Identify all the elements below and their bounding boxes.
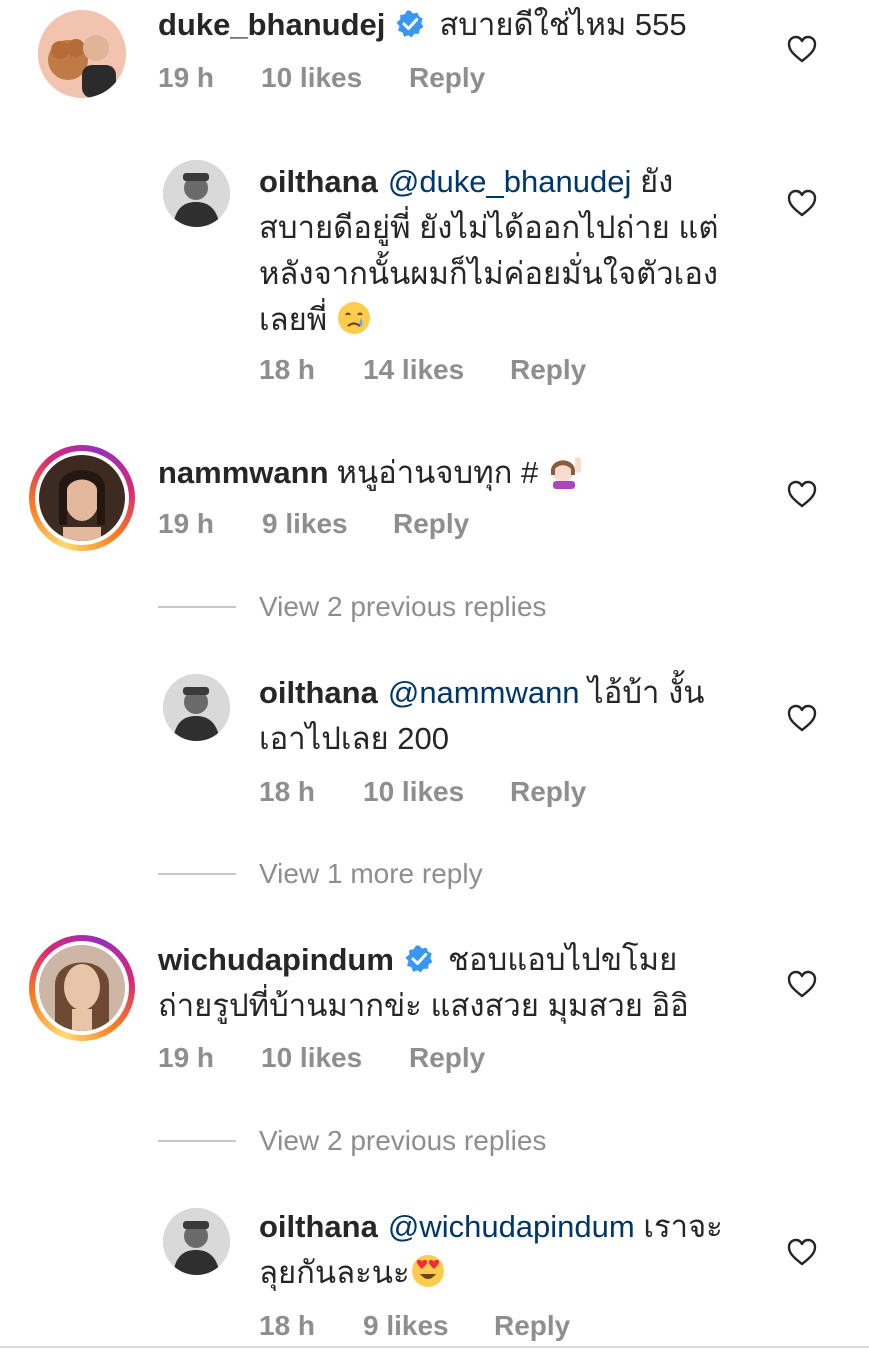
avatar-oilthana[interactable]: [163, 674, 230, 741]
profile-photo-icon: [38, 10, 126, 98]
username[interactable]: oilthana: [259, 1209, 378, 1244]
view-replies-label[interactable]: View 2 previous replies: [259, 1121, 546, 1161]
profile-photo-icon: [39, 945, 125, 1031]
reply-oilthana-3: oilthana @wichudapindum เราจะ ลุยกันละนะ …: [0, 1198, 869, 1348]
reply-body-1: ยัง: [631, 164, 674, 199]
comment-body-2: ถ่ายรูปที่บ้านมากข่ะ แสงสวย มุมสวย อิอิ: [158, 988, 689, 1023]
verified-badge-icon: [396, 10, 424, 38]
reply-body-1: ไอ้บ้า งั้น: [579, 675, 705, 710]
profile-photo-icon: [39, 455, 125, 541]
like-heart-icon[interactable]: [787, 704, 817, 732]
view-replies-label[interactable]: View 1 more reply: [259, 854, 483, 894]
comment-text: wichudapindum ชอบแอบไปขโมย ถ่ายรูปที่บ้าน…: [158, 937, 758, 1029]
bottom-divider: [0, 1346, 869, 1348]
reply-text: oilthana @nammwann ไอ้บ้า งั้น เอาไปเลย 2…: [259, 670, 779, 762]
thread-divider: [158, 1140, 236, 1142]
reply-body-2: สบายดีอยู่พี่ ยังไม่ได้ออกไปถ่าย แต่: [259, 210, 719, 245]
reply-button[interactable]: Reply: [494, 1310, 570, 1342]
thread-divider: [158, 873, 236, 875]
heart-eyes-emoji-icon: [411, 1255, 444, 1287]
like-heart-icon[interactable]: [787, 35, 817, 63]
thread-divider: [158, 606, 236, 608]
comment-body: สบายดีใช่ไหม 555: [439, 7, 687, 42]
profile-photo-icon: [163, 160, 230, 227]
mention-link[interactable]: @duke_bhanudej: [388, 164, 632, 199]
timestamp: 19 h: [158, 62, 215, 93]
mention-link[interactable]: @nammwann: [388, 675, 580, 710]
reply-button[interactable]: Reply: [409, 1042, 485, 1074]
reply-button[interactable]: Reply: [510, 354, 586, 386]
timestamp: 19 h: [158, 508, 215, 539]
verified-badge-icon: [405, 945, 433, 973]
comment-body-1: ชอบแอบไปขโมย: [447, 942, 678, 977]
like-heart-icon[interactable]: [787, 1238, 817, 1266]
mention-link[interactable]: @wichudapindum: [388, 1209, 635, 1244]
crying-face-emoji-icon: [337, 302, 370, 334]
likes-count[interactable]: 10 likes: [363, 776, 464, 808]
avatar-oilthana[interactable]: [163, 1208, 230, 1275]
profile-photo-icon: [163, 674, 230, 741]
reply-text: oilthana @wichudapindum เราจะ ลุยกันละนะ: [259, 1204, 779, 1296]
timestamp: 19 h: [158, 1042, 215, 1073]
username[interactable]: oilthana: [259, 164, 378, 199]
avatar-duke-bhanudej[interactable]: [38, 10, 126, 98]
reply-button[interactable]: Reply: [409, 62, 485, 94]
reply-text: oilthana @duke_bhanudej ยัง สบายดีอยู่พี่…: [259, 159, 779, 343]
reply-body-2: เอาไปเลย 200: [259, 721, 449, 756]
comment-text: nammwann หนูอ่านจบทุก #: [158, 450, 583, 496]
avatar-nammwann[interactable]: [39, 455, 125, 541]
comment-duke-bhanudej: duke_bhanudej สบายดีใช่ไหม 555 19 h 10 li…: [0, 0, 869, 110]
reply-oilthana-2: oilthana @nammwann ไอ้บ้า งั้น เอาไปเลย 2…: [0, 664, 869, 824]
view-replies-label[interactable]: View 2 previous replies: [259, 587, 546, 627]
likes-count[interactable]: 10 likes: [261, 1042, 362, 1074]
like-heart-icon[interactable]: [787, 189, 817, 217]
likes-count[interactable]: 9 likes: [363, 1310, 449, 1342]
reply-body-4: เลยพี่: [259, 302, 336, 337]
reply-button[interactable]: Reply: [510, 776, 586, 808]
reply-oilthana-1: oilthana @duke_bhanudej ยัง สบายดีอยู่พี่…: [0, 150, 869, 400]
likes-count[interactable]: 14 likes: [363, 354, 464, 386]
likes-count[interactable]: 10 likes: [261, 62, 362, 94]
avatar-oilthana[interactable]: [163, 160, 230, 227]
likes-count[interactable]: 9 likes: [262, 508, 348, 540]
avatar-wichudapindum[interactable]: [39, 945, 125, 1031]
timestamp: 18 h: [259, 1310, 316, 1341]
profile-photo-icon: [163, 1208, 230, 1275]
reply-body-1: เราจะ: [634, 1209, 723, 1244]
reply-body-2: ลุยกันละนะ: [259, 1255, 410, 1290]
username[interactable]: nammwann: [158, 455, 329, 490]
comment-body: หนูอ่านจบทุก #: [336, 455, 547, 490]
username[interactable]: oilthana: [259, 675, 378, 710]
reply-button[interactable]: Reply: [393, 508, 469, 540]
like-heart-icon[interactable]: [787, 480, 817, 508]
comment-wichudapindum: wichudapindum ชอบแอบไปขโมย ถ่ายรูปที่บ้าน…: [0, 930, 869, 1080]
comment-text: duke_bhanudej สบายดีใช่ไหม 555: [158, 2, 687, 48]
raising-hand-woman-emoji-icon: [550, 457, 581, 489]
like-heart-icon[interactable]: [787, 970, 817, 998]
username[interactable]: wichudapindum: [158, 942, 394, 977]
reply-body-3: หลังจากนั้นผมก็ไม่ค่อยมั่นใจตัวเอง: [259, 256, 719, 291]
comment-nammwann: nammwann หนูอ่านจบทุก # 19 h 9 likes Repl…: [0, 440, 869, 570]
timestamp: 18 h: [259, 354, 316, 385]
timestamp: 18 h: [259, 776, 316, 807]
username[interactable]: duke_bhanudej: [158, 7, 385, 42]
